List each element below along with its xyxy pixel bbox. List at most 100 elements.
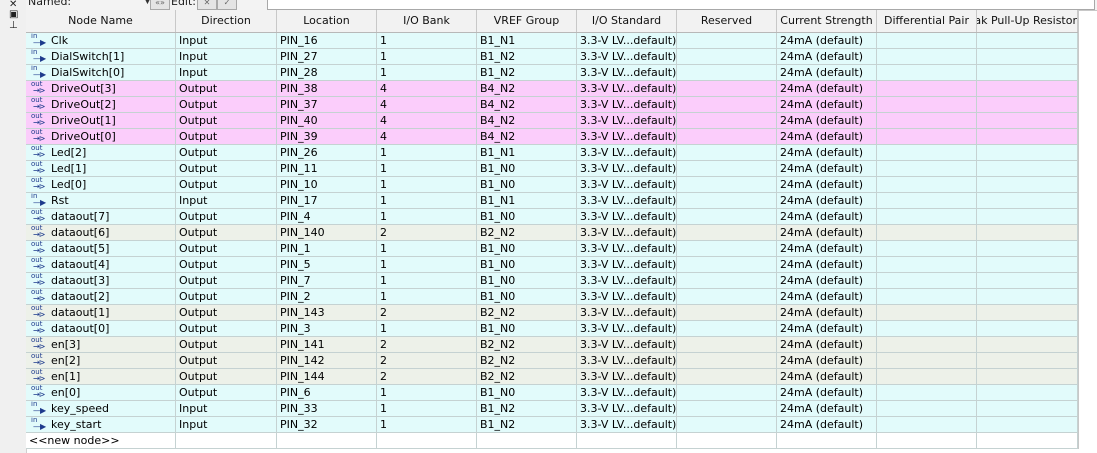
cell-node-name[interactable]: in —▶ key_speed [26,401,176,416]
table-row[interactable]: out →⊳ dataout[1] Output PIN_143 2 B2_N2 3.3-V … [26,305,1078,321]
cell-differential-pair[interactable] [877,417,977,432]
cell-current-strength[interactable]: 24mA (default) [777,209,877,224]
cell-reserved[interactable] [677,113,777,128]
table-row[interactable]: out →⊳ Led[2] Output PIN_26 1 B1_N1 3.3-V LV...… [26,145,1078,161]
cell-current-strength[interactable]: 24mA (default) [777,353,877,368]
cell-vref-group[interactable]: B2_N2 [477,353,577,368]
cell-differential-pair[interactable] [877,401,977,416]
table-row[interactable]: out →⊳ dataout[6] Output PIN_140 2 B2_N2 3.3-V … [26,225,1078,241]
cell-differential-pair[interactable] [877,209,977,224]
cell-weak-pull-up-resistor[interactable] [977,337,1078,352]
restore-icon[interactable]: ▣ [9,10,18,20]
cell-io-bank[interactable]: 4 [377,97,477,112]
cell-differential-pair[interactable] [877,193,977,208]
cell-reserved[interactable] [677,353,777,368]
cell-current-strength[interactable]: 24mA (default) [777,65,877,80]
cell-io-standard[interactable]: 3.3-V LV...default) [577,225,677,240]
cell-differential-pair[interactable] [877,161,977,176]
cell-reserved[interactable] [677,97,777,112]
accept-edit-button[interactable]: ✓ [217,0,237,10]
table-row[interactable]: in —▶ key_start Input PIN_32 1 B1_N2 3.3-V LV..… [26,417,1078,433]
new-node-empty-cell[interactable] [777,433,877,448]
cell-io-standard[interactable]: 3.3-V LV...default) [577,113,677,128]
cell-location[interactable]: PIN_10 [277,177,377,192]
cell-direction[interactable]: Output [176,321,277,336]
cell-io-bank[interactable]: 2 [377,305,477,320]
cell-current-strength[interactable]: 24mA (default) [777,145,877,160]
table-row[interactable]: out →⊳ DriveOut[0] Output PIN_39 4 B4_N2 3.3-V … [26,129,1078,145]
cell-node-name[interactable]: out →⊳ dataout[3] [26,273,176,288]
cell-location[interactable]: PIN_4 [277,209,377,224]
cell-location[interactable]: PIN_16 [277,33,377,48]
cell-io-standard[interactable]: 3.3-V LV...default) [577,289,677,304]
cell-node-name[interactable]: out →⊳ en[2] [26,353,176,368]
cell-differential-pair[interactable] [877,65,977,80]
column-header-current-strength[interactable]: Current Strength [777,10,877,32]
cell-vref-group[interactable]: B1_N0 [477,385,577,400]
cell-node-name[interactable]: out →⊳ Led[2] [26,145,176,160]
new-node-empty-cell[interactable] [377,433,477,448]
column-header-io-standard[interactable]: I/O Standard [577,10,677,32]
cell-differential-pair[interactable] [877,369,977,384]
cell-direction[interactable]: Output [176,289,277,304]
cell-io-bank[interactable]: 1 [377,49,477,64]
table-row[interactable]: out →⊳ dataout[5] Output PIN_1 1 B1_N0 3.3-V LV… [26,241,1078,257]
cell-location[interactable]: PIN_37 [277,97,377,112]
cell-differential-pair[interactable] [877,289,977,304]
table-row[interactable]: out →⊳ DriveOut[1] Output PIN_40 4 B4_N2 3.3-V … [26,113,1078,129]
cell-location[interactable]: PIN_38 [277,81,377,96]
cell-weak-pull-up-resistor[interactable] [977,385,1078,400]
cell-current-strength[interactable]: 24mA (default) [777,337,877,352]
cell-node-name[interactable]: in —▶ key_start [26,417,176,432]
cell-direction[interactable]: Output [176,257,277,272]
cell-vref-group[interactable]: B1_N0 [477,289,577,304]
cell-location[interactable]: PIN_39 [277,129,377,144]
cell-weak-pull-up-resistor[interactable] [977,113,1078,128]
cell-node-name[interactable]: in —▶ DialSwitch[0] [26,65,176,80]
cell-direction[interactable]: Output [176,81,277,96]
cell-io-standard[interactable]: 3.3-V LV...default) [577,81,677,96]
cell-io-bank[interactable]: 2 [377,369,477,384]
table-row[interactable]: in —▶ Rst Input PIN_17 1 B1_N1 3.3-V LV...defau… [26,193,1078,209]
cell-io-bank[interactable]: 1 [377,321,477,336]
new-node-empty-cell[interactable] [877,433,977,448]
cell-weak-pull-up-resistor[interactable] [977,321,1078,336]
cell-direction[interactable]: Input [176,33,277,48]
cell-current-strength[interactable]: 24mA (default) [777,97,877,112]
cell-weak-pull-up-resistor[interactable] [977,145,1078,160]
cell-reserved[interactable] [677,49,777,64]
cell-vref-group[interactable]: B1_N2 [477,417,577,432]
cell-io-bank[interactable]: 2 [377,353,477,368]
cell-reserved[interactable] [677,161,777,176]
cell-node-name[interactable]: out →⊳ dataout[5] [26,241,176,256]
cell-current-strength[interactable]: 24mA (default) [777,161,877,176]
cell-reserved[interactable] [677,369,777,384]
cell-node-name[interactable]: out →⊳ DriveOut[3] [26,81,176,96]
cell-io-bank[interactable]: 1 [377,177,477,192]
cell-location[interactable]: PIN_5 [277,257,377,272]
cell-vref-group[interactable]: B4_N2 [477,129,577,144]
table-row[interactable]: out →⊳ dataout[3] Output PIN_7 1 B1_N0 3.3-V LV… [26,273,1078,289]
cell-direction[interactable]: Output [176,241,277,256]
new-node-empty-cell[interactable] [277,433,377,448]
cell-weak-pull-up-resistor[interactable] [977,289,1078,304]
cell-io-standard[interactable]: 3.3-V LV...default) [577,193,677,208]
cell-direction[interactable]: Output [176,353,277,368]
cell-weak-pull-up-resistor[interactable] [977,273,1078,288]
cell-weak-pull-up-resistor[interactable] [977,81,1078,96]
cell-direction[interactable]: Output [176,161,277,176]
cell-location[interactable]: PIN_27 [277,49,377,64]
cell-io-bank[interactable]: 1 [377,193,477,208]
cell-differential-pair[interactable] [877,81,977,96]
cell-location[interactable]: PIN_140 [277,225,377,240]
cell-vref-group[interactable]: B2_N2 [477,337,577,352]
cell-location[interactable]: PIN_40 [277,113,377,128]
cell-io-bank[interactable]: 4 [377,129,477,144]
cell-node-name[interactable]: out →⊳ en[3] [26,337,176,352]
cell-vref-group[interactable]: B1_N0 [477,161,577,176]
cell-current-strength[interactable]: 24mA (default) [777,305,877,320]
cell-location[interactable]: PIN_28 [277,65,377,80]
cell-location[interactable]: PIN_33 [277,401,377,416]
cell-direction[interactable]: Output [176,337,277,352]
cell-vref-group[interactable]: B2_N2 [477,369,577,384]
